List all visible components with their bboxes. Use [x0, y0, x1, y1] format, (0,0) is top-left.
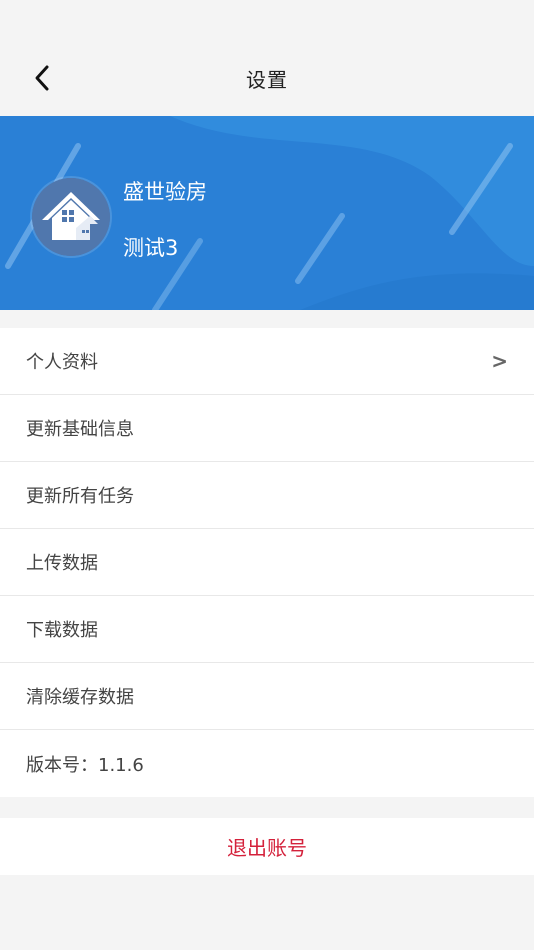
version-label: 版本号：1.1.6: [26, 754, 144, 776]
page-title: 设置: [246, 67, 288, 92]
settings-menu: 个人资料 > 更新基础信息 更新所有任务 上传数据 下载数据 清除缓存数据 版本…: [0, 328, 534, 797]
menu-item-label: 更新基础信息: [26, 419, 134, 440]
settings-screen: 设置 盛世验房 测试3 个人资料 > 更新基础信息 更新所有任务 上传数据 下载…: [0, 0, 534, 950]
chevron-left-icon: [35, 65, 49, 91]
header-bar: 设置: [0, 40, 534, 116]
menu-item-label: 下载数据: [26, 620, 98, 641]
house-icon: [32, 178, 110, 256]
menu-item-update-base-info[interactable]: 更新基础信息: [0, 395, 534, 462]
chevron-right-icon: >: [491, 349, 508, 373]
menu-item-download-data[interactable]: 下载数据: [0, 596, 534, 663]
menu-item-version: 版本号：1.1.6: [0, 730, 534, 797]
avatar[interactable]: [32, 178, 110, 256]
company-name: 盛世验房: [123, 180, 207, 204]
back-button[interactable]: [24, 60, 60, 96]
profile-banner: 盛世验房 测试3: [0, 116, 534, 310]
menu-item-profile[interactable]: 个人资料 >: [0, 328, 534, 395]
menu-item-upload-data[interactable]: 上传数据: [0, 529, 534, 596]
menu-item-label: 更新所有任务: [26, 486, 134, 507]
logout-button[interactable]: 退出账号: [0, 818, 534, 875]
menu-item-update-all-tasks[interactable]: 更新所有任务: [0, 462, 534, 529]
menu-item-label: 个人资料: [26, 352, 98, 373]
menu-item-label: 上传数据: [26, 553, 98, 574]
menu-item-label: 清除缓存数据: [26, 687, 134, 708]
menu-item-clear-cache[interactable]: 清除缓存数据: [0, 663, 534, 730]
user-name: 测试3: [123, 236, 179, 260]
